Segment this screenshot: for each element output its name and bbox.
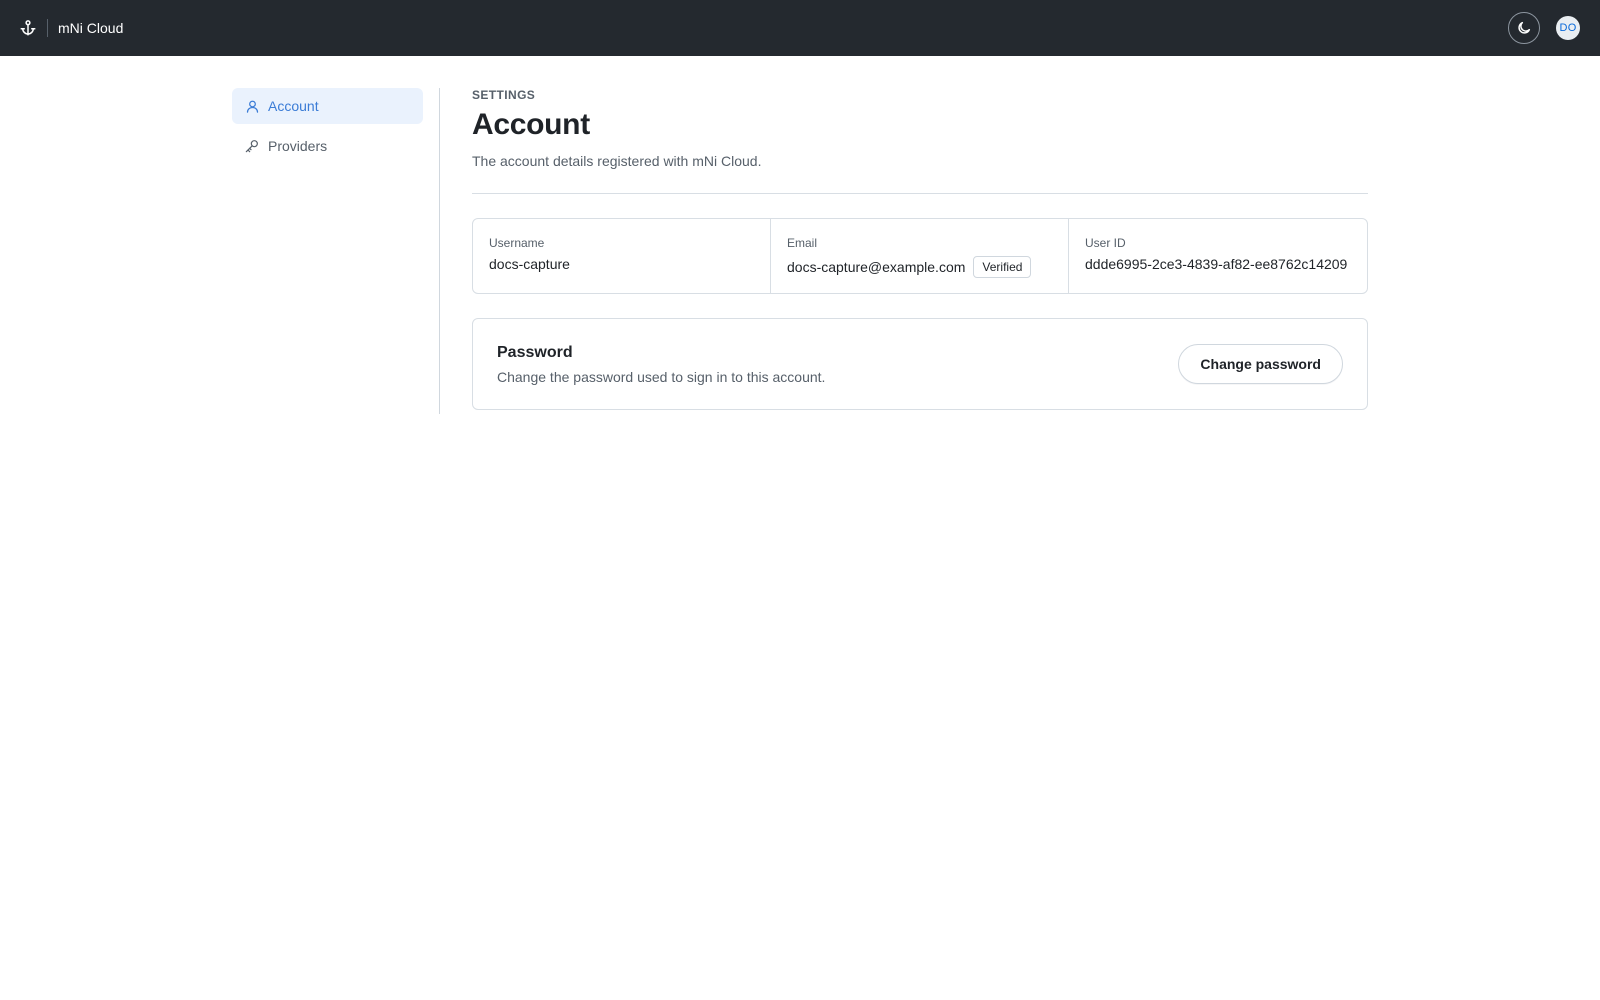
username-value: docs-capture <box>489 256 570 272</box>
sidebar-item-label: Providers <box>268 138 328 154</box>
user-id-value: ddde6995-2ce3-4839-af82-ee8762c14209 <box>1085 256 1348 272</box>
password-description: Change the password used to sign in to t… <box>497 368 826 385</box>
top-actions: DO <box>1508 12 1580 44</box>
email-value-row: docs-capture@example.com Verified <box>787 256 1052 278</box>
verified-badge: Verified <box>973 256 1032 278</box>
account-details-card: Username docs-capture Email docs-capture… <box>472 218 1368 294</box>
user-id-field: User ID ddde6995-2ce3-4839-af82-ee8762c1… <box>1069 219 1367 293</box>
user-id-label: User ID <box>1085 236 1126 250</box>
avatar[interactable]: DO <box>1556 16 1580 40</box>
email-label: Email <box>787 236 818 250</box>
user-icon <box>244 98 260 114</box>
main-content: SETTINGS Account The account details reg… <box>472 88 1368 410</box>
sidebar-item-label: Account <box>268 98 319 114</box>
divider <box>472 193 1368 194</box>
brand[interactable]: mNi Cloud <box>18 18 123 38</box>
settings-sidebar: Account Providers <box>232 88 440 414</box>
app-name: mNi Cloud <box>58 20 124 36</box>
sidebar-item-account[interactable]: Account <box>232 88 423 124</box>
email-field: Email docs-capture@example.com Verified <box>771 219 1069 293</box>
password-title: Password <box>497 343 573 361</box>
username-value-row: docs-capture <box>489 256 754 272</box>
page-description: The account details registered with mNi … <box>472 153 762 169</box>
moon-icon <box>1516 20 1532 36</box>
top-bar: mNi Cloud DO <box>0 0 1600 56</box>
password-text: Password Change the password used to sig… <box>497 344 825 385</box>
email-value: docs-capture@example.com <box>787 259 966 275</box>
user-id-value-row: ddde6995-2ce3-4839-af82-ee8762c14209 <box>1085 256 1351 272</box>
anchor-icon <box>18 18 38 38</box>
username-label: Username <box>489 236 545 250</box>
theme-toggle-button[interactable] <box>1508 12 1540 44</box>
key-icon <box>244 138 260 154</box>
password-card: Password Change the password used to sig… <box>472 318 1368 410</box>
brand-divider <box>47 19 48 37</box>
change-password-button[interactable]: Change password <box>1178 344 1343 384</box>
page-title: Account <box>472 108 590 141</box>
sidebar-item-providers[interactable]: Providers <box>232 128 423 164</box>
section-eyebrow: SETTINGS <box>472 88 536 102</box>
username-field: Username docs-capture <box>473 219 771 293</box>
